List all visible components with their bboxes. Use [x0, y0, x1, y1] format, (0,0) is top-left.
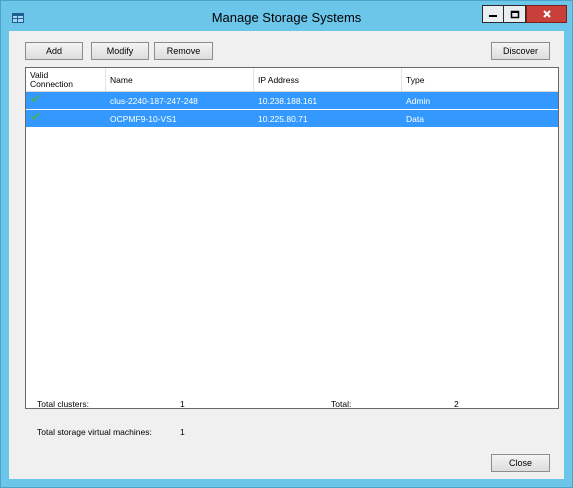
- close-icon: [542, 10, 551, 18]
- minimize-icon: [489, 15, 497, 17]
- check-icon: [30, 111, 40, 120]
- column-header-type[interactable]: Type: [402, 68, 558, 91]
- total-clusters-value: 1: [180, 399, 185, 409]
- column-header-ip-address[interactable]: IP Address: [254, 68, 402, 91]
- ip-address-cell: 10.238.188.161: [258, 95, 318, 106]
- valid-connection-cell: [26, 92, 106, 109]
- remove-button[interactable]: Remove: [154, 42, 213, 60]
- total-label: Total:: [331, 399, 352, 409]
- total-clusters-label: Total clusters:: [37, 399, 89, 409]
- close-button[interactable]: Close: [491, 454, 550, 472]
- dialog-body: Add Modify Remove Discover Valid Connect…: [9, 31, 564, 479]
- minimize-button[interactable]: [482, 5, 504, 23]
- modify-button[interactable]: Modify: [91, 42, 149, 60]
- name-cell: clus-2240-187-247-248: [110, 95, 198, 106]
- manage-storage-systems-window: Manage Storage Systems Add Modify Remove…: [0, 0, 573, 488]
- table-header: Valid Connection Name IP Address Type: [26, 68, 558, 92]
- add-button[interactable]: Add: [25, 42, 83, 60]
- total-svms-label: Total storage virtual machines:: [37, 427, 152, 437]
- maximize-button[interactable]: [504, 5, 526, 23]
- ip-address-cell: 10.225.80.71: [258, 113, 308, 124]
- type-cell: Admin: [406, 95, 431, 106]
- title-bar[interactable]: Manage Storage Systems: [1, 1, 572, 31]
- table-row[interactable]: OCPMF9-10-VS1 10.225.80.71 Data: [26, 110, 558, 127]
- close-window-button[interactable]: [526, 5, 567, 23]
- valid-header-line2: Connection: [30, 78, 74, 89]
- table-row[interactable]: clus-2240-187-247-248 10.238.188.161 Adm…: [26, 92, 558, 109]
- maximize-icon: [510, 10, 519, 18]
- column-header-name[interactable]: Name: [106, 68, 254, 91]
- total-svms-value: 1: [180, 427, 185, 437]
- type-cell: Data: [406, 113, 424, 124]
- discover-button[interactable]: Discover: [491, 42, 550, 60]
- name-cell: OCPMF9-10-VS1: [110, 113, 177, 124]
- storage-systems-table[interactable]: Valid Connection Name IP Address Type cl…: [25, 67, 559, 409]
- valid-connection-cell: [26, 110, 106, 127]
- column-header-valid-connection[interactable]: Valid Connection: [26, 68, 106, 91]
- check-icon: [30, 93, 40, 102]
- total-value: 2: [454, 399, 459, 409]
